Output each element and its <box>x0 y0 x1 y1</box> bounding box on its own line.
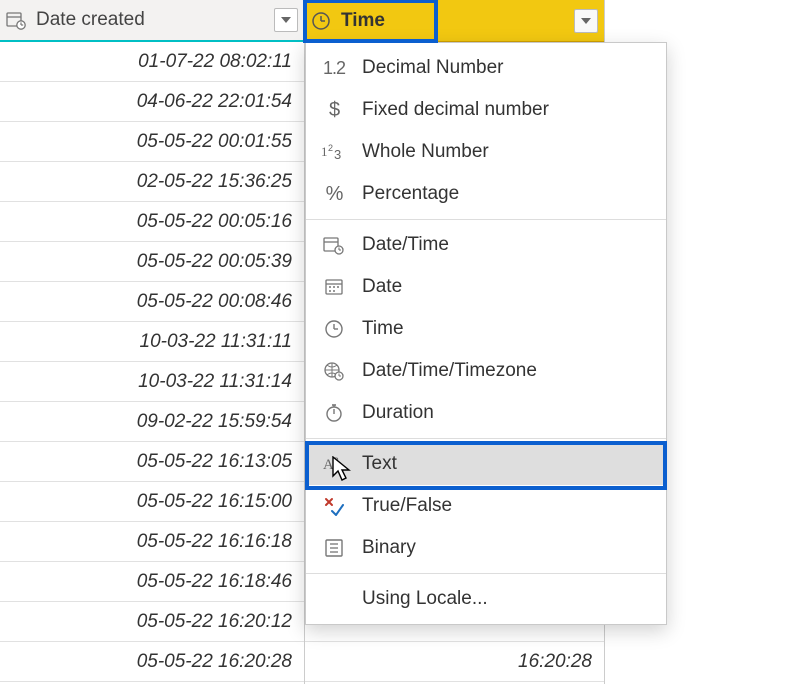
table-cell[interactable]: 05-05-22 16:15:00 <box>0 482 304 522</box>
datatype-menu: 1.2 Decimal Number $ Fixed decimal numbe… <box>305 42 667 625</box>
whole-number-icon: 123 <box>320 140 348 164</box>
menu-item-percentage[interactable]: % Percentage <box>306 173 666 215</box>
menu-item-label: Decimal Number <box>362 57 503 79</box>
table-cell[interactable]: 01-07-22 08:02:11 <box>0 42 304 82</box>
table-cell[interactable]: 09-02-22 15:59:54 <box>0 402 304 442</box>
menu-item-using-locale[interactable]: Using Locale... <box>306 578 666 620</box>
column-date-created: Date created 01-07-22 08:02:11 04-06-22 … <box>0 0 305 684</box>
menu-item-label: Text <box>362 453 397 475</box>
column-header-date-created[interactable]: Date created <box>0 0 304 42</box>
table-cell[interactable]: 05-05-22 00:05:16 <box>0 202 304 242</box>
column-header-label: Time <box>341 10 574 32</box>
table-cell[interactable]: 05-05-22 16:13:05 <box>0 442 304 482</box>
menu-item-time[interactable]: Time <box>306 308 666 350</box>
table-cell[interactable]: 05-05-22 16:20:28 <box>0 642 304 682</box>
true-false-icon <box>320 494 348 518</box>
table-cell[interactable]: 10-03-22 11:31:11 <box>0 322 304 362</box>
menu-separator <box>306 573 666 574</box>
menu-item-duration[interactable]: Duration <box>306 392 666 434</box>
globe-clock-icon <box>320 359 348 383</box>
table-cell[interactable]: 04-06-22 22:01:54 <box>0 82 304 122</box>
table-cell[interactable]: 05-05-22 00:01:55 <box>0 122 304 162</box>
table-cell[interactable]: 05-05-22 00:08:46 <box>0 282 304 322</box>
decimal-icon: 1.2 <box>320 56 348 80</box>
dollar-icon: $ <box>320 98 348 122</box>
text-icon: ABC <box>320 452 348 476</box>
menu-item-label: Whole Number <box>362 141 489 163</box>
menu-item-label: Time <box>362 318 404 340</box>
clock-icon <box>320 317 348 341</box>
svg-text:1: 1 <box>321 144 328 159</box>
column-header-label: Date created <box>36 9 274 31</box>
column-header-time[interactable]: Time <box>305 0 604 42</box>
svg-text:2: 2 <box>328 143 333 153</box>
menu-item-label: Date/Time/Timezone <box>362 360 537 382</box>
blank-icon <box>320 587 348 611</box>
table-cell[interactable]: 10-03-22 11:31:14 <box>0 362 304 402</box>
menu-item-label: Date <box>362 276 402 298</box>
menu-item-whole-number[interactable]: 123 Whole Number <box>306 131 666 173</box>
table-cell[interactable]: 02-05-22 15:36:25 <box>0 162 304 202</box>
menu-item-fixed-decimal[interactable]: $ Fixed decimal number <box>306 89 666 131</box>
menu-separator <box>306 438 666 439</box>
datetime-icon <box>6 10 26 30</box>
svg-text:C: C <box>335 464 342 474</box>
menu-item-label: Using Locale... <box>362 588 488 610</box>
menu-item-binary[interactable]: Binary <box>306 527 666 569</box>
menu-item-true-false[interactable]: True/False <box>306 485 666 527</box>
menu-item-label: True/False <box>362 495 452 517</box>
menu-item-label: Fixed decimal number <box>362 99 549 121</box>
date-icon <box>320 275 348 299</box>
menu-item-decimal[interactable]: 1.2 Decimal Number <box>306 47 666 89</box>
binary-icon <box>320 536 348 560</box>
menu-item-label: Binary <box>362 537 416 559</box>
table-cell[interactable]: 05-05-22 00:05:39 <box>0 242 304 282</box>
menu-item-label: Percentage <box>362 183 459 205</box>
table-cell[interactable]: 05-05-22 16:16:18 <box>0 522 304 562</box>
menu-item-label: Date/Time <box>362 234 449 256</box>
table-cell[interactable]: 05-05-22 16:18:46 <box>0 562 304 602</box>
menu-item-datetime[interactable]: Date/Time <box>306 224 666 266</box>
menu-item-label: Duration <box>362 402 434 424</box>
table-cell[interactable]: 05-05-22 16:20:12 <box>0 602 304 642</box>
table-cell[interactable]: 16:20:28 <box>305 642 604 682</box>
menu-item-datetime-timezone[interactable]: Date/Time/Timezone <box>306 350 666 392</box>
datetime-icon <box>320 233 348 257</box>
clock-icon <box>311 11 331 31</box>
menu-item-text[interactable]: ABC Text <box>306 443 666 485</box>
column-filter-button[interactable] <box>574 9 598 33</box>
svg-text:3: 3 <box>334 147 341 162</box>
column-filter-button[interactable] <box>274 8 298 32</box>
menu-item-date[interactable]: Date <box>306 266 666 308</box>
percent-icon: % <box>320 182 348 206</box>
stopwatch-icon <box>320 401 348 425</box>
menu-separator <box>306 219 666 220</box>
